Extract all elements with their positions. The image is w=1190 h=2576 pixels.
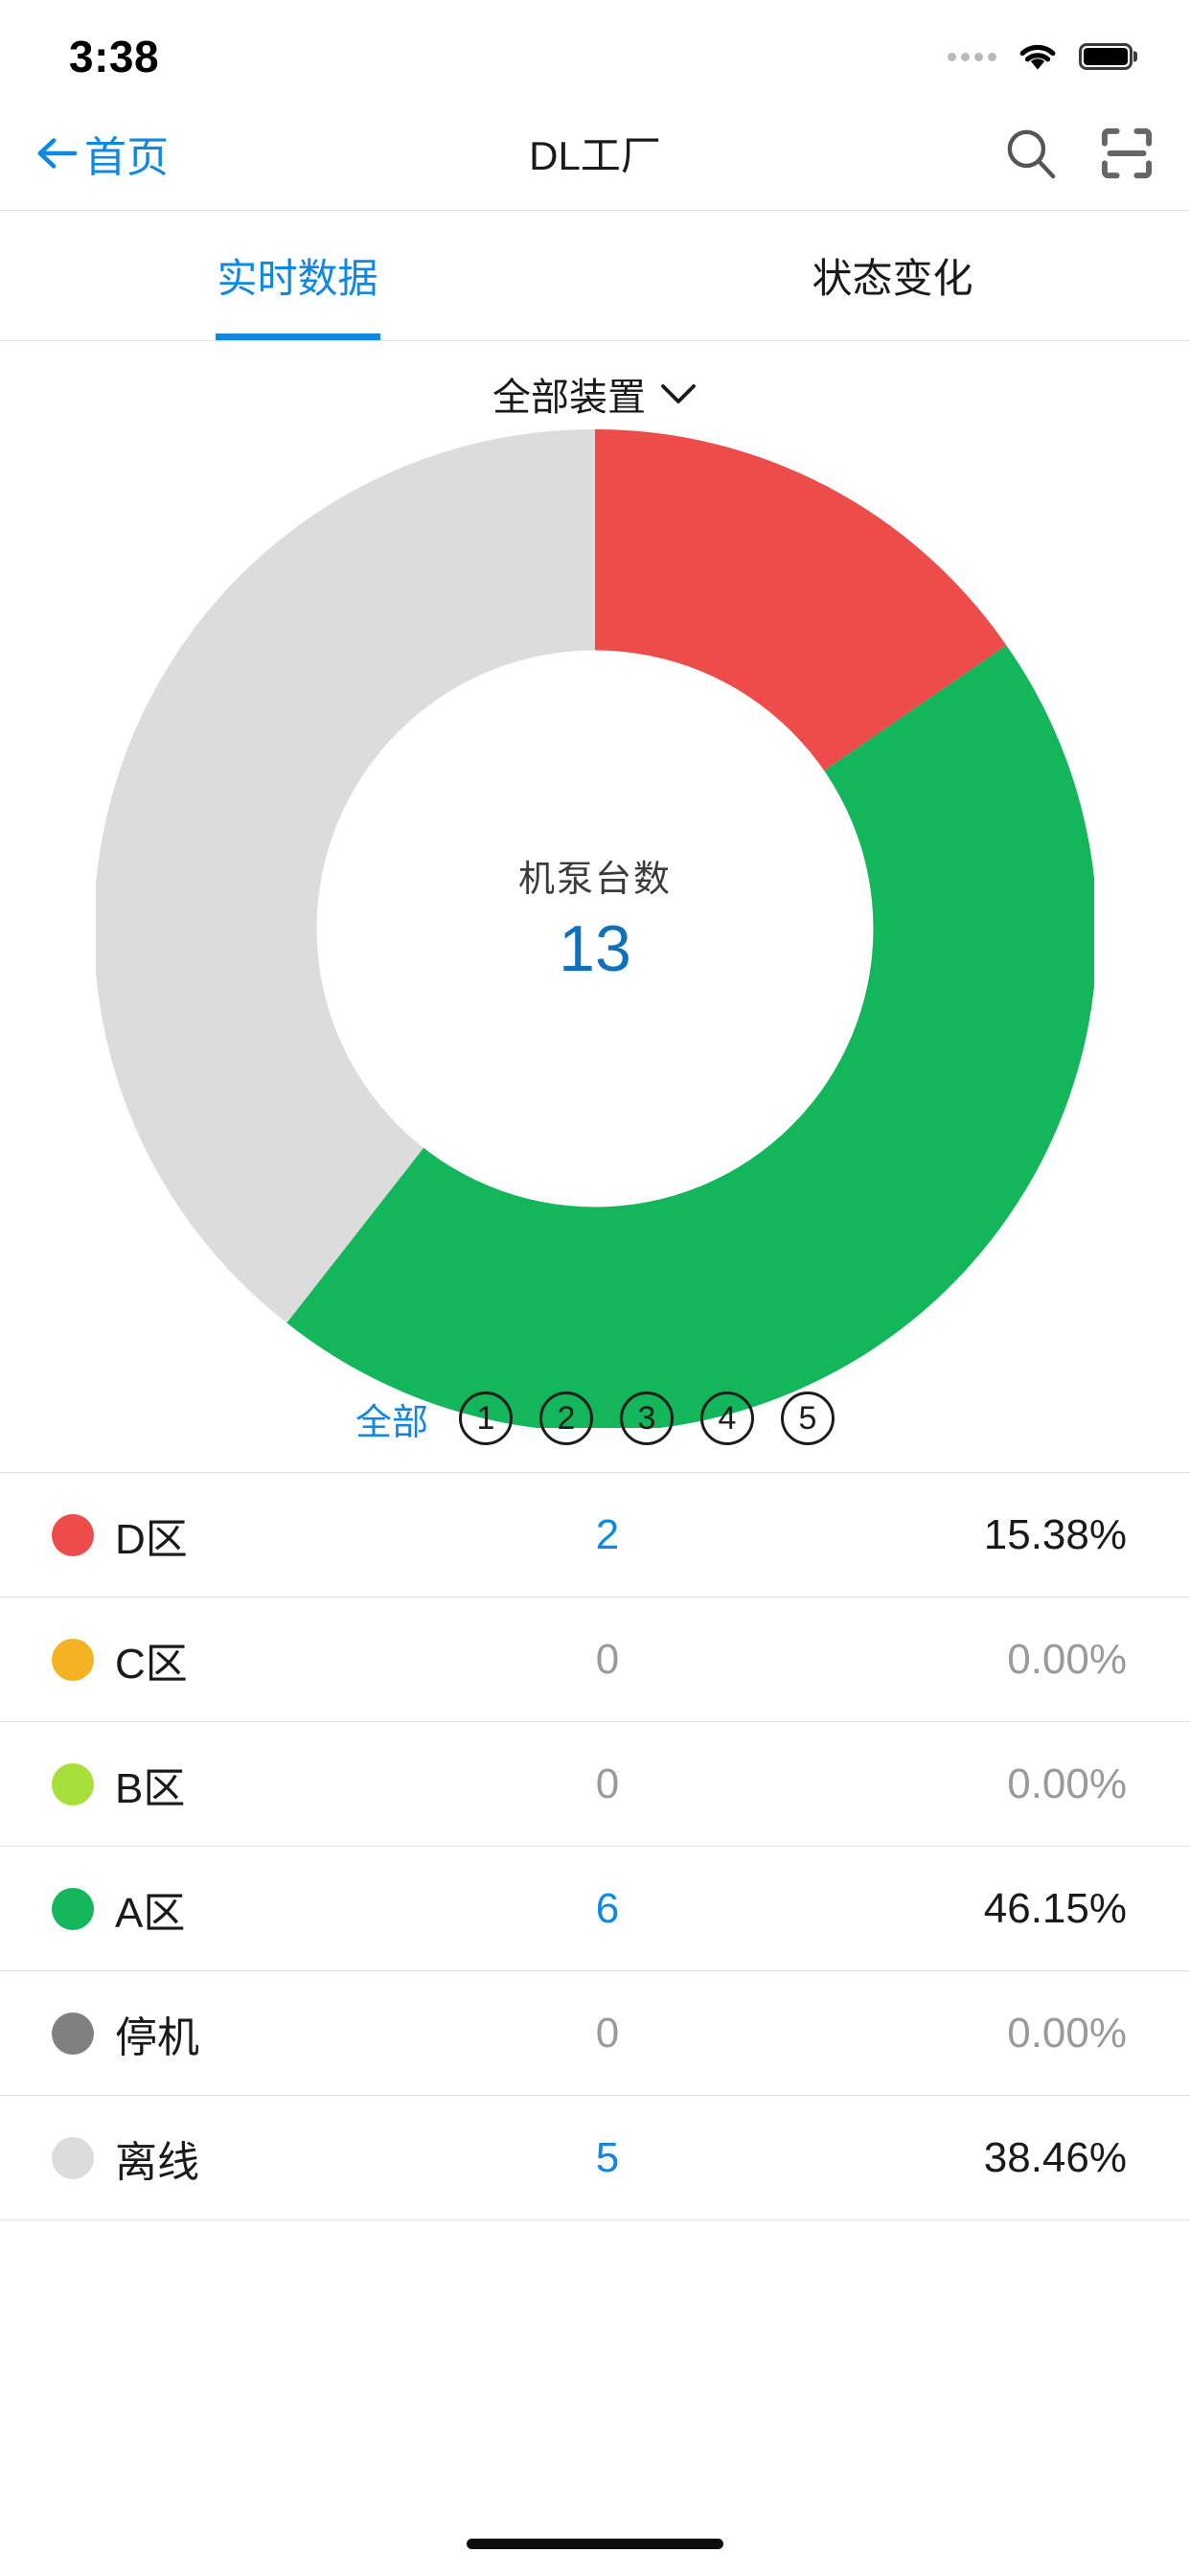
legend-name-cell: 离线 (52, 2128, 464, 2189)
table-row[interactable]: 停机 0 0.00% (0, 1971, 1190, 2096)
legend-color-dot (52, 1513, 94, 1556)
legend-count: 2 (595, 1510, 620, 1558)
battery-full-icon (1079, 43, 1133, 70)
back-button[interactable]: 首页 (34, 123, 169, 184)
legend-name-cell: D区 (52, 1505, 464, 1566)
legend-count: 6 (595, 1884, 620, 1932)
legend-percent: 0.00% (1007, 2009, 1127, 2057)
tab-bar: 实时数据 状态变化 (0, 211, 1190, 341)
legend-count: 5 (595, 2133, 620, 2181)
status-time: 3:38 (69, 32, 160, 81)
nav-bar: 首页 DL工厂 (0, 96, 1190, 211)
device-selector-label: 全部装置 (492, 377, 646, 419)
table-row[interactable]: C区 0 0.00% (0, 1598, 1190, 1722)
legend-label: B区 (115, 1764, 186, 1812)
legend-percent: 15.38% (983, 1510, 1127, 1558)
legend-label: A区 (115, 1889, 186, 1937)
pagination-page-5[interactable]: 5 (781, 1392, 835, 1445)
legend-name-cell: C区 (52, 1629, 464, 1690)
pagination: 全部 1 2 3 4 5 (0, 1392, 1190, 1445)
legend-label: D区 (115, 1515, 188, 1563)
nav-actions (1002, 125, 1156, 182)
scan-qr-icon[interactable] (1098, 125, 1156, 182)
pagination-all[interactable]: 全部 (355, 1392, 428, 1445)
pagination-page-2[interactable]: 2 (539, 1392, 593, 1445)
tab-label: 状态变化 (812, 256, 973, 301)
legend-percent: 0.00% (1007, 1635, 1127, 1683)
status-indicators (948, 40, 1133, 73)
legend-color-dot (52, 1762, 94, 1806)
table-row[interactable]: A区 6 46.15% (0, 1847, 1190, 1971)
table-row[interactable]: 离线 5 38.46% (0, 2096, 1190, 2220)
signal-dots-icon (948, 52, 996, 61)
legend-percent: 38.46% (983, 2133, 1127, 2181)
legend-label: 离线 (115, 2138, 199, 2186)
donut-center-title: 机泵台数 (517, 860, 672, 900)
back-label: 首页 (84, 133, 169, 181)
donut-center-value: 13 (559, 912, 631, 985)
pagination-page-3[interactable]: 3 (620, 1392, 674, 1445)
donut-center-label: 机泵台数 13 (0, 849, 1190, 986)
tab-realtime-data[interactable]: 实时数据 (0, 211, 595, 340)
wifi-icon (1019, 45, 1056, 70)
arrow-left-icon (37, 137, 78, 169)
legend-color-dot (52, 2012, 94, 2055)
legend-name-cell: B区 (52, 1754, 464, 1815)
legend-color-dot (52, 2136, 94, 2179)
legend-percent: 0.00% (1007, 1760, 1127, 1807)
search-icon[interactable] (1002, 125, 1060, 182)
chevron-down-icon (661, 384, 696, 403)
donut-chart-section: 机泵台数 13 全部 1 2 3 4 5 (0, 429, 1190, 1472)
legend-table: D区 2 15.38% C区 0 0.00% B区 0 0.00% A区 6 4… (0, 1472, 1190, 2220)
legend-color-dot (52, 1638, 94, 1681)
legend-label: C区 (115, 1640, 188, 1688)
legend-name-cell: 停机 (52, 2003, 464, 2064)
status-bar: 3:38 (0, 0, 1190, 96)
pagination-page-4[interactable]: 4 (700, 1392, 754, 1445)
legend-count: 0 (595, 2009, 620, 2057)
table-row[interactable]: D区 2 15.38% (0, 1473, 1190, 1598)
tab-label: 实时数据 (217, 256, 378, 301)
legend-count: 0 (595, 1760, 620, 1807)
device-selector[interactable]: 全部装置 (492, 366, 698, 422)
legend-color-dot (52, 1887, 94, 1930)
home-indicator (467, 2539, 723, 2549)
legend-count: 0 (595, 1635, 620, 1683)
legend-label: 停机 (115, 2013, 199, 2061)
legend-percent: 46.15% (983, 1884, 1127, 1932)
legend-name-cell: A区 (52, 1878, 464, 1940)
tab-status-change[interactable]: 状态变化 (595, 211, 1190, 340)
pagination-page-1[interactable]: 1 (459, 1392, 513, 1445)
table-row[interactable]: B区 0 0.00% (0, 1722, 1190, 1847)
